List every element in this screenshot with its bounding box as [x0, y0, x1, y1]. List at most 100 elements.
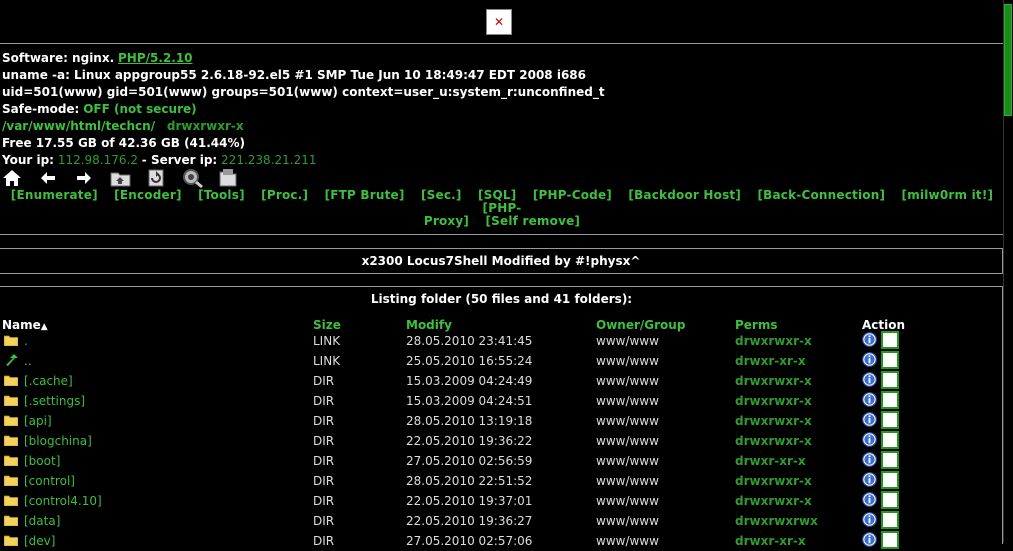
table-row: [api] DIR 28.05.2010 13:19:18 www/www drwxrw… — [0, 411, 1003, 431]
file-name-link[interactable]: . — [24, 331, 28, 351]
info-icon[interactable] — [862, 472, 877, 487]
select-checkbox[interactable] — [881, 391, 899, 409]
file-size: DIR — [313, 494, 335, 508]
file-name-link[interactable]: .. — [24, 351, 32, 371]
software-line: Software: nginx. PHP/5.2.10 — [2, 50, 193, 66]
select-checkbox[interactable] — [881, 351, 899, 369]
column-header-perms[interactable]: Perms — [735, 318, 778, 332]
menu-tools[interactable]: [Tools] — [198, 188, 245, 202]
table-row: [blogchina] DIR 22.05.2010 19:36:22 www/www… — [0, 431, 1003, 451]
file-name-link[interactable]: [api] — [24, 411, 52, 431]
menu-php-proxy-end[interactable]: Proxy] — [424, 214, 469, 228]
menu-self-remove[interactable]: [Self remove] — [485, 214, 580, 228]
menu-sql[interactable]: [SQL] — [478, 188, 516, 202]
column-header-name[interactable]: Name▲ — [2, 318, 48, 332]
menu-sec[interactable]: [Sec.] — [421, 188, 462, 202]
scrollbar-thumb[interactable] — [1004, 4, 1012, 116]
file-size: DIR — [313, 434, 335, 448]
select-checkbox[interactable] — [881, 431, 899, 449]
table-row: [control] DIR 28.05.2010 22:51:52 www/www dr… — [0, 471, 1003, 491]
menu-ftp-brute[interactable]: [FTP Brute] — [325, 188, 405, 202]
file-owner: www/www — [596, 394, 659, 408]
file-owner: www/www — [596, 434, 659, 448]
back-arrow-icon[interactable] — [38, 167, 74, 189]
info-icon[interactable] — [862, 412, 877, 427]
uid-line: uid=501(www) gid=501(www) groups=501(www… — [2, 85, 605, 99]
file-perms-link[interactable]: drwxrwxr-x — [735, 371, 812, 391]
file-perms-link[interactable]: drwxr-xr-x — [735, 531, 806, 551]
file-perms-link[interactable]: drwxrwxr-x — [735, 491, 812, 511]
table-row: [control4.10] DIR 22.05.2010 19:37:01 www/w… — [0, 491, 1003, 511]
file-perms-link[interactable]: drwxrwxr-x — [735, 331, 812, 351]
menu-back-connection[interactable]: [Back-Connection] — [757, 188, 885, 202]
file-perms-link[interactable]: drwxr-xr-x — [735, 451, 806, 471]
menu-enumerate[interactable]: [Enumerate] — [11, 188, 98, 202]
file-owner: www/www — [596, 474, 659, 488]
info-icon[interactable] — [862, 532, 877, 547]
column-header-owner[interactable]: Owner/Group — [596, 318, 685, 332]
file-perms-link[interactable]: drwxrwxrwx — [735, 511, 818, 531]
info-icon[interactable] — [862, 352, 877, 367]
up-folder-icon[interactable] — [110, 167, 146, 189]
column-header-modify[interactable]: Modify — [406, 318, 452, 332]
safe-mode-value: OFF (not secure) — [83, 102, 197, 116]
file-name-link[interactable]: [control4.10] — [24, 491, 102, 511]
broken-image-icon: ✕ — [486, 9, 512, 35]
file-size: DIR — [313, 394, 335, 408]
menu-php-proxy-start[interactable]: [PHP- — [483, 201, 522, 215]
file-owner: www/www — [596, 514, 659, 528]
info-icon[interactable] — [862, 452, 877, 467]
select-checkbox[interactable] — [881, 471, 899, 489]
info-icon[interactable] — [862, 392, 877, 407]
file-modified: 22.05.2010 19:36:27 — [406, 514, 533, 528]
current-path-link[interactable]: /var/www/html/techcn/ — [2, 119, 155, 133]
menu-encoder[interactable]: [Encoder] — [114, 188, 182, 202]
software-label: Software: nginx. — [2, 51, 115, 65]
file-size: LINK — [313, 354, 341, 368]
table-row: . LINK 28.05.2010 23:41:45 www/www drwxrwxr-… — [0, 331, 1003, 351]
column-header-size[interactable]: Size — [313, 318, 341, 332]
refresh-icon[interactable] — [146, 167, 182, 189]
info-icon[interactable] — [862, 332, 877, 347]
toolbar — [2, 167, 254, 189]
home-icon[interactable] — [2, 167, 38, 189]
file-perms-link[interactable]: drwxrwxr-x — [735, 411, 812, 431]
file-name-link[interactable]: [control] — [24, 471, 75, 491]
select-checkbox[interactable] — [881, 511, 899, 529]
select-checkbox[interactable] — [881, 451, 899, 469]
select-checkbox[interactable] — [881, 491, 899, 509]
menu-proc[interactable]: [Proc.] — [261, 188, 308, 202]
menu-php-code[interactable]: [PHP-Code] — [533, 188, 612, 202]
menu-backdoor-host[interactable]: [Backdoor Host] — [628, 188, 741, 202]
info-icon[interactable] — [862, 372, 877, 387]
select-checkbox[interactable] — [881, 531, 899, 549]
file-modified: 22.05.2010 19:36:22 — [406, 434, 533, 448]
info-icon[interactable] — [862, 492, 877, 507]
forward-arrow-icon[interactable] — [74, 167, 110, 189]
tools-menu: [Enumerate] [Encoder] [Tools] [Proc.] [F… — [2, 189, 1002, 228]
server-ip-value: 221.238.21.211 — [221, 153, 317, 167]
menu-milw0rm[interactable]: [milw0rm it!] — [902, 188, 994, 202]
info-icon[interactable] — [862, 512, 877, 527]
select-checkbox[interactable] — [881, 411, 899, 429]
file-name-link[interactable]: [.settings] — [24, 391, 85, 411]
select-checkbox[interactable] — [881, 331, 899, 349]
info-icon[interactable] — [862, 432, 877, 447]
file-perms-link[interactable]: drwxrwxr-x — [735, 471, 812, 491]
your-ip-value: 112.98.176.2 — [57, 153, 138, 167]
file-name-link[interactable]: [dev] — [24, 531, 55, 551]
file-name-link[interactable]: [data] — [24, 511, 60, 531]
file-name-link[interactable]: [blogchina] — [24, 431, 92, 451]
file-perms-link[interactable]: drwxr-xr-x — [735, 351, 806, 371]
file-modified: 22.05.2010 19:37:01 — [406, 494, 533, 508]
search-icon[interactable] — [182, 167, 218, 189]
table-row: [boot] DIR 27.05.2010 02:56:59 www/www drwxr… — [0, 451, 1003, 471]
file-perms-link[interactable]: drwxrwxr-x — [735, 431, 812, 451]
file-name-link[interactable]: [.cache] — [24, 371, 73, 391]
buffer-icon[interactable] — [218, 167, 254, 189]
file-name-link[interactable]: [boot] — [24, 451, 60, 471]
php-version-link[interactable]: PHP/5.2.10 — [118, 51, 193, 65]
shell-title-banner: x2300 Locus7Shell Modified by #!physx^ — [0, 248, 1003, 274]
file-perms-link[interactable]: drwxrwxr-x — [735, 391, 812, 411]
select-checkbox[interactable] — [881, 371, 899, 389]
